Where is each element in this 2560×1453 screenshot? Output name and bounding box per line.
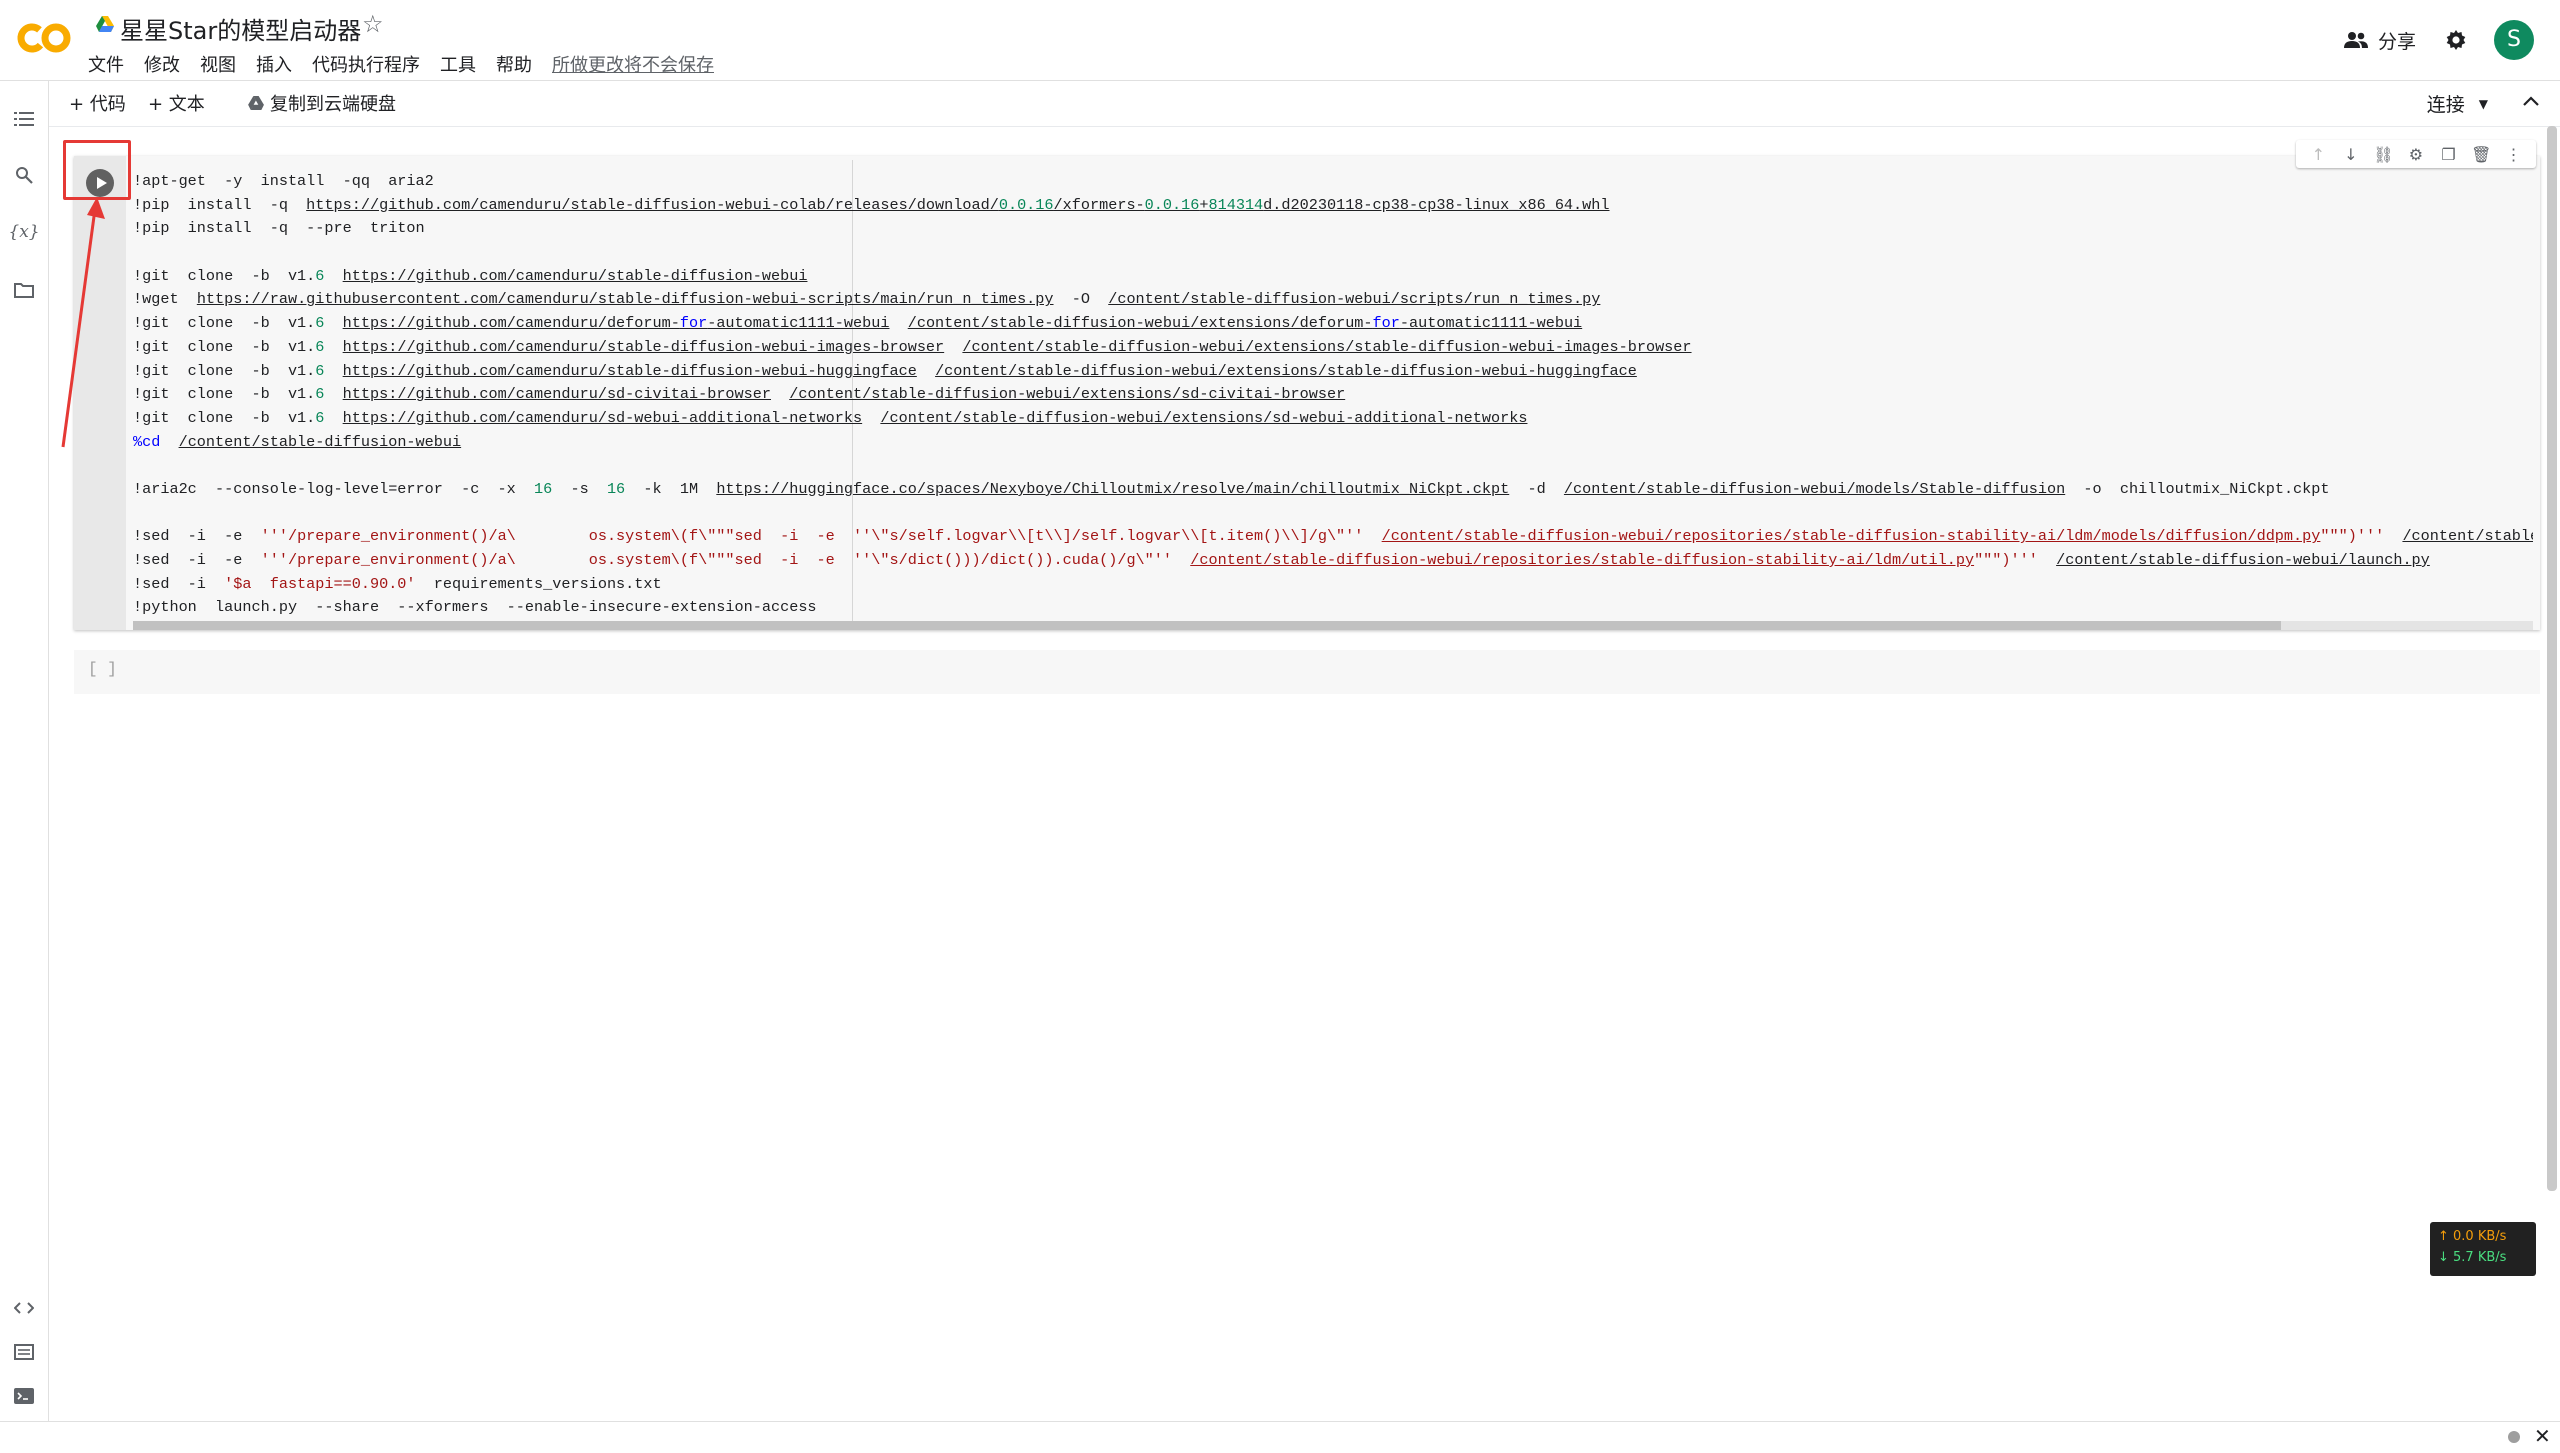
settings-icon[interactable]: ⚙ — [2406, 145, 2426, 164]
execution-count-bracket: [ ] — [88, 660, 117, 678]
avatar[interactable]: S — [2494, 20, 2534, 60]
menu-insert[interactable]: 插入 — [256, 51, 292, 77]
code-editor[interactable]: !apt-get -y install -qq aria2 !pip instal… — [133, 170, 2533, 625]
copy-to-drive-button[interactable]: 复制到云端硬盘 — [248, 90, 396, 116]
menu-runtime[interactable]: 代码执行程序 — [312, 51, 420, 77]
cell-output-area — [74, 650, 2540, 694]
star-icon[interactable]: ☆ — [362, 10, 384, 38]
add-code-button[interactable]: + 代码 — [69, 90, 126, 116]
move-up-icon[interactable]: ↑ — [2308, 145, 2328, 164]
status-dot-icon[interactable] — [2508, 1431, 2520, 1443]
more-icon[interactable]: ⋮ — [2504, 145, 2524, 164]
drive-icon — [96, 16, 114, 32]
share-label: 分享 — [2377, 30, 2416, 53]
menu-view[interactable]: 视图 — [200, 51, 236, 77]
download-speed: ↓ 5.7 KB/s — [2438, 1250, 2507, 1265]
close-icon[interactable]: ✕ — [2534, 1424, 2551, 1448]
connect-button[interactable]: 连接 ▼ — [2427, 90, 2488, 117]
app-header: 星星Star的模型启动器 ☆ 文件 修改 视图 插入 代码执行程序 工具 帮助 … — [0, 0, 2560, 81]
drive-icon — [248, 96, 264, 110]
vertical-scrollbar[interactable] — [2547, 126, 2557, 1191]
delete-icon[interactable]: 🗑 — [2471, 145, 2491, 164]
variables-icon[interactable]: {x} — [8, 220, 39, 244]
people-icon — [2343, 32, 2368, 48]
table-of-contents-icon[interactable] — [12, 107, 36, 131]
mirror-cell-icon[interactable]: ❐ — [2439, 145, 2459, 164]
files-icon[interactable] — [12, 278, 36, 302]
annotation-arrow — [61, 197, 105, 448]
header-actions: 分享 S — [2343, 18, 2560, 62]
status-bar — [0, 1421, 2560, 1453]
terminal-icon[interactable] — [12, 1384, 36, 1408]
add-text-button[interactable]: + 文本 — [148, 90, 205, 116]
menu-edit[interactable]: 修改 — [144, 51, 180, 77]
menu-help[interactable]: 帮助 — [496, 51, 532, 77]
copy-to-drive-label: 复制到云端硬盘 — [270, 94, 396, 115]
annotation-highlight-box — [63, 140, 131, 200]
notebook-title[interactable]: 星星Star的模型启动器 — [120, 11, 361, 46]
collapse-header-icon[interactable] — [2522, 91, 2540, 112]
cell-toolbar: ↑ ↓ ⛓ ⚙ ❐ 🗑 ⋮ — [2296, 140, 2536, 168]
network-speed-widget: ↑ 0.0 KB/s ↓ 5.7 KB/s — [2430, 1222, 2536, 1276]
menu-tools[interactable]: 工具 — [440, 51, 476, 77]
move-down-icon[interactable]: ↓ — [2341, 145, 2361, 164]
colab-logo[interactable] — [16, 22, 72, 54]
menu-file[interactable]: 文件 — [88, 51, 124, 77]
command-palette-icon[interactable] — [12, 1340, 36, 1364]
gear-icon[interactable] — [2444, 28, 2468, 52]
notebook-toolbar: + 代码 + 文本 复制到云端硬盘 连接 ▼ — [49, 81, 2560, 127]
search-icon[interactable] — [12, 163, 36, 187]
connect-label: 连接 — [2426, 94, 2465, 116]
unsaved-notice[interactable]: 所做更改将不会保存 — [552, 51, 714, 77]
upload-speed: ↑ 0.0 KB/s — [2438, 1229, 2507, 1244]
menu-bar: 文件 修改 视图 插入 代码执行程序 工具 帮助 所做更改将不会保存 — [88, 51, 734, 77]
code-snippets-icon[interactable] — [12, 1296, 36, 1320]
share-button[interactable]: 分享 — [2343, 27, 2416, 54]
chevron-down-icon: ▼ — [2478, 96, 2488, 111]
link-icon[interactable]: ⛓ — [2373, 145, 2393, 164]
horizontal-scrollbar-thumb[interactable] — [133, 621, 2281, 630]
